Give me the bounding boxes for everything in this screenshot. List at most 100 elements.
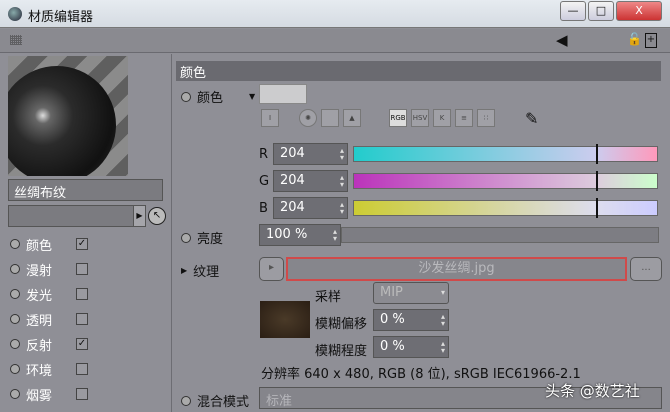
channel-item[interactable]: 环境 xyxy=(10,359,88,379)
mixer-icon[interactable]: ≡ xyxy=(455,109,473,127)
image-icon[interactable]: ▲ xyxy=(343,109,361,127)
radio-icon[interactable] xyxy=(181,395,191,406)
eyedropper-icon[interactable]: ✎ xyxy=(525,109,538,128)
gradient-icon[interactable] xyxy=(321,109,339,127)
blur-offset-label: 模糊偏移 xyxy=(315,317,368,332)
hsv-mode-button[interactable]: HSV xyxy=(411,109,429,127)
minimize-button[interactable]: — xyxy=(560,1,586,21)
brightness-value: 100 % xyxy=(266,227,308,242)
spinner-icon[interactable]: ▴ ▾ xyxy=(441,340,445,355)
spinner-icon[interactable]: ▴ ▾ xyxy=(441,313,445,328)
channel-item[interactable]: 透明 xyxy=(10,309,88,329)
channel-checkbox[interactable] xyxy=(76,263,88,275)
material-sidebar: 丝绸布纹 ▶ ↖ 颜色 ✓ 漫射发光透明反射 ✓ 环境烟雾 xyxy=(0,54,172,412)
channel-label: 烟雾 xyxy=(26,388,53,404)
channel-checkbox[interactable] xyxy=(76,363,88,375)
maximize-button[interactable]: □ xyxy=(588,1,614,21)
swatches-icon[interactable]: ∷ xyxy=(477,109,495,127)
r-slider[interactable] xyxy=(353,144,658,164)
lock-icon[interactable]: 🔓 xyxy=(627,32,642,46)
spinner-icon[interactable]: ▴ ▾ xyxy=(340,201,344,216)
texture-file-field[interactable]: 沙发丝绸.jpg xyxy=(286,257,627,281)
blur-offset-field[interactable]: 0 % ▴ ▾ xyxy=(373,309,449,331)
watermark: 头条 @数艺社 xyxy=(545,382,640,400)
blur-scale-field[interactable]: 0 % ▴ ▾ xyxy=(373,336,449,358)
radio-icon[interactable] xyxy=(10,389,20,399)
channel-label: 颜色 xyxy=(26,238,53,254)
rgb-mode-button[interactable]: RGB xyxy=(389,109,407,127)
texture-menu-button[interactable]: ▸ xyxy=(259,257,284,281)
channel-label: 反射 xyxy=(26,338,53,354)
sampling-select[interactable]: MIP ▾ xyxy=(373,282,449,304)
texture-label: 纹理 xyxy=(193,265,220,280)
brightness-slider[interactable] xyxy=(341,227,659,243)
material-dropdown[interactable] xyxy=(8,205,146,227)
material-preview[interactable] xyxy=(8,56,128,176)
texture-info: 分辨率 640 x 480, RGB (8 位), sRGB IEC61966-… xyxy=(261,367,581,382)
b-label: B xyxy=(259,201,268,216)
texture-row: ▶ 纹理 xyxy=(181,261,219,280)
slider-handle[interactable] xyxy=(596,171,598,191)
radio-icon[interactable] xyxy=(10,314,20,324)
blend-label: 混合模式 xyxy=(197,395,250,410)
grip-icon[interactable] xyxy=(10,35,22,45)
b-slider[interactable] xyxy=(353,198,658,218)
channel-label: 发光 xyxy=(26,288,53,304)
radio-icon[interactable] xyxy=(10,289,20,299)
color-wheel-icon[interactable]: ✺ xyxy=(299,109,317,127)
slider-handle[interactable] xyxy=(596,144,598,164)
channel-checkbox[interactable] xyxy=(76,313,88,325)
channel-checkbox[interactable]: ✓ xyxy=(76,338,88,350)
color-mode-icons: I ✺ ▲ RGB HSV K ≡ ∷ ✎ xyxy=(261,109,538,128)
new-window-icon[interactable]: + xyxy=(645,33,657,48)
color-swatch[interactable] xyxy=(259,84,307,104)
radio-icon[interactable] xyxy=(181,91,191,102)
spinner-icon[interactable]: ▴ ▾ xyxy=(333,228,337,243)
channel-label: 透明 xyxy=(26,313,53,329)
channel-label: 漫射 xyxy=(26,263,53,279)
spinner-icon[interactable]: ▴ ▾ xyxy=(340,174,344,189)
radio-icon[interactable] xyxy=(10,239,20,249)
channel-checkbox[interactable] xyxy=(76,288,88,300)
channel-checkbox[interactable]: ✓ xyxy=(76,238,88,250)
channel-item[interactable]: 漫射 xyxy=(10,259,88,279)
channel-item[interactable]: 反射 ✓ xyxy=(10,334,88,354)
title-bar: 材质编辑器 — □ X xyxy=(0,0,670,28)
blur-scale-label: 模糊程度 xyxy=(315,344,368,359)
chevron-down-icon: ▾ xyxy=(440,288,445,297)
radio-icon[interactable] xyxy=(181,232,191,243)
blur-scale-value: 0 % xyxy=(380,339,405,354)
radio-icon[interactable] xyxy=(10,264,20,274)
color-label: 颜色 xyxy=(197,91,224,106)
attributes-panel: 颜色 颜色 ▼ I ✺ ▲ RGB HSV K ≡ ∷ ✎ R 204 ▴ ▾ G 2… xyxy=(173,54,670,412)
spectrum-icon[interactable]: I xyxy=(261,109,279,127)
back-arrow-icon[interactable]: ◀ xyxy=(556,31,568,49)
expand-arrow-icon[interactable]: ▶ xyxy=(181,266,187,275)
b-field[interactable]: 204 ▴ ▾ xyxy=(273,197,348,219)
radio-icon[interactable] xyxy=(10,364,20,374)
r-field[interactable]: 204 ▴ ▾ xyxy=(273,143,348,165)
channel-item[interactable]: 发光 xyxy=(10,284,88,304)
toolbar: ◀ 🔓 + xyxy=(0,29,670,53)
browse-button[interactable]: ... xyxy=(630,257,662,281)
g-slider[interactable] xyxy=(353,171,658,191)
channel-checkbox[interactable] xyxy=(76,388,88,400)
r-label: R xyxy=(259,147,269,162)
close-button[interactable]: X xyxy=(616,1,662,21)
g-field[interactable]: 204 ▴ ▾ xyxy=(273,170,348,192)
slider-handle[interactable] xyxy=(596,198,598,218)
preview-sphere xyxy=(8,66,116,176)
pick-cursor-icon[interactable]: ↖ xyxy=(148,207,166,225)
sampling-value: MIP xyxy=(380,285,403,300)
kelvin-mode-button[interactable]: K xyxy=(433,109,451,127)
g-value: 204 xyxy=(280,173,305,188)
r-value: 204 xyxy=(280,146,305,161)
channel-item[interactable]: 烟雾 xyxy=(10,384,88,404)
expand-arrow-icon[interactable]: ▼ xyxy=(249,92,255,101)
material-name-field[interactable]: 丝绸布纹 xyxy=(8,179,163,201)
dropdown-arrow-icon[interactable]: ▶ xyxy=(133,205,146,227)
radio-icon[interactable] xyxy=(10,339,20,349)
spinner-icon[interactable]: ▴ ▾ xyxy=(340,147,344,162)
brightness-field[interactable]: 100 % ▴ ▾ xyxy=(259,224,341,246)
channel-item[interactable]: 颜色 ✓ xyxy=(10,234,88,254)
